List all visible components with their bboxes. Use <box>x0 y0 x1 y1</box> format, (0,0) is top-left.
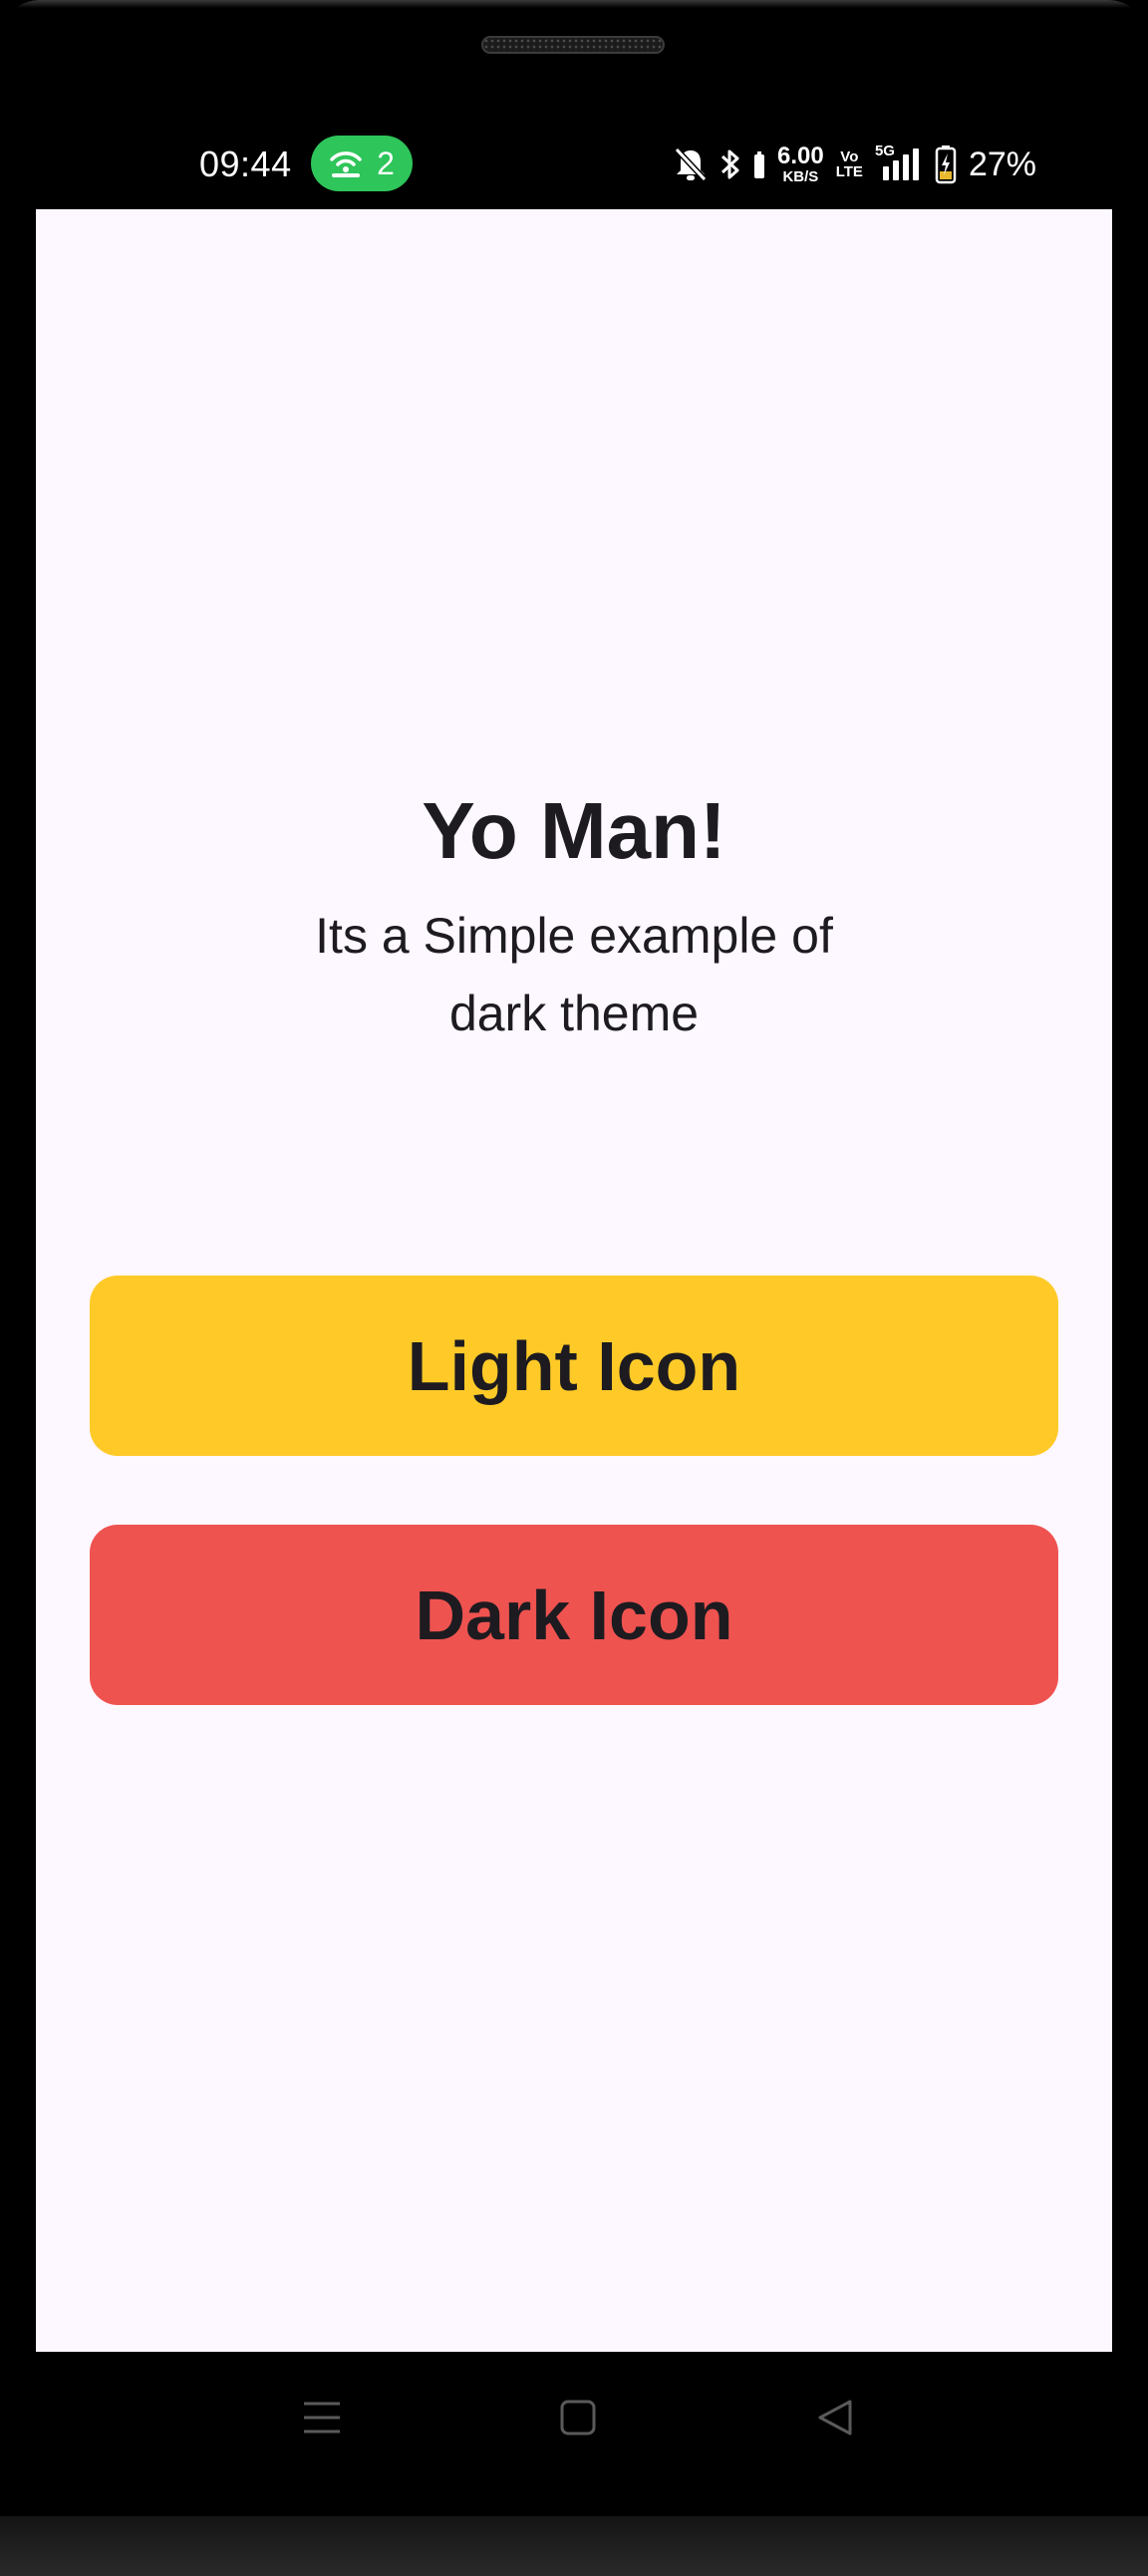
app-screen: Yo Man! Its a Simple example of dark the… <box>36 209 1112 2352</box>
navigation-bar <box>0 2352 1148 2481</box>
network-speed: 6.00 KB/S <box>777 143 824 185</box>
hotspot-indicator[interactable]: 2 <box>311 136 413 191</box>
battery-small-icon <box>753 149 765 179</box>
page-title: Yo Man! <box>422 786 726 875</box>
menu-icon <box>302 2398 342 2442</box>
bluetooth-icon <box>719 146 741 182</box>
signal-indicator: 5G <box>875 143 923 184</box>
battery-percent: 27% <box>968 144 1036 183</box>
home-icon <box>558 2398 598 2442</box>
earpiece-speaker <box>481 36 665 54</box>
back-button[interactable] <box>805 2390 865 2449</box>
battery-charging-icon <box>935 144 957 184</box>
bell-off-icon <box>674 146 708 182</box>
status-bar: 09:44 2 6.00 KB/S Vo LTE 5G 27% <box>0 130 1148 199</box>
phone-chin <box>0 2516 1148 2576</box>
light-icon-button[interactable]: Light Icon <box>90 1276 1058 1456</box>
hotspot-icon <box>329 148 363 178</box>
network-speed-value: 6.00 <box>777 143 824 169</box>
bezel-edge <box>0 0 1148 8</box>
recent-apps-button[interactable] <box>292 2390 352 2449</box>
status-icons: 6.00 KB/S Vo LTE 5G 27% <box>674 138 1036 191</box>
home-button[interactable] <box>548 2390 608 2449</box>
status-time: 09:44 <box>199 143 292 184</box>
page-subtitle: Its a Simple example of dark theme <box>315 908 833 1041</box>
phone-frame: 09:44 2 6.00 KB/S Vo LTE 5G 27% Yo Man! … <box>0 0 1148 2576</box>
volte-bottom: LTE <box>835 163 863 180</box>
network-speed-unit: KB/S <box>782 168 819 185</box>
hotspot-count: 2 <box>377 144 395 181</box>
volte-indicator: Vo LTE <box>836 149 863 179</box>
back-icon <box>815 2398 855 2442</box>
volte-top: Vo <box>840 148 859 165</box>
dark-icon-button[interactable]: Dark Icon <box>90 1525 1058 1705</box>
